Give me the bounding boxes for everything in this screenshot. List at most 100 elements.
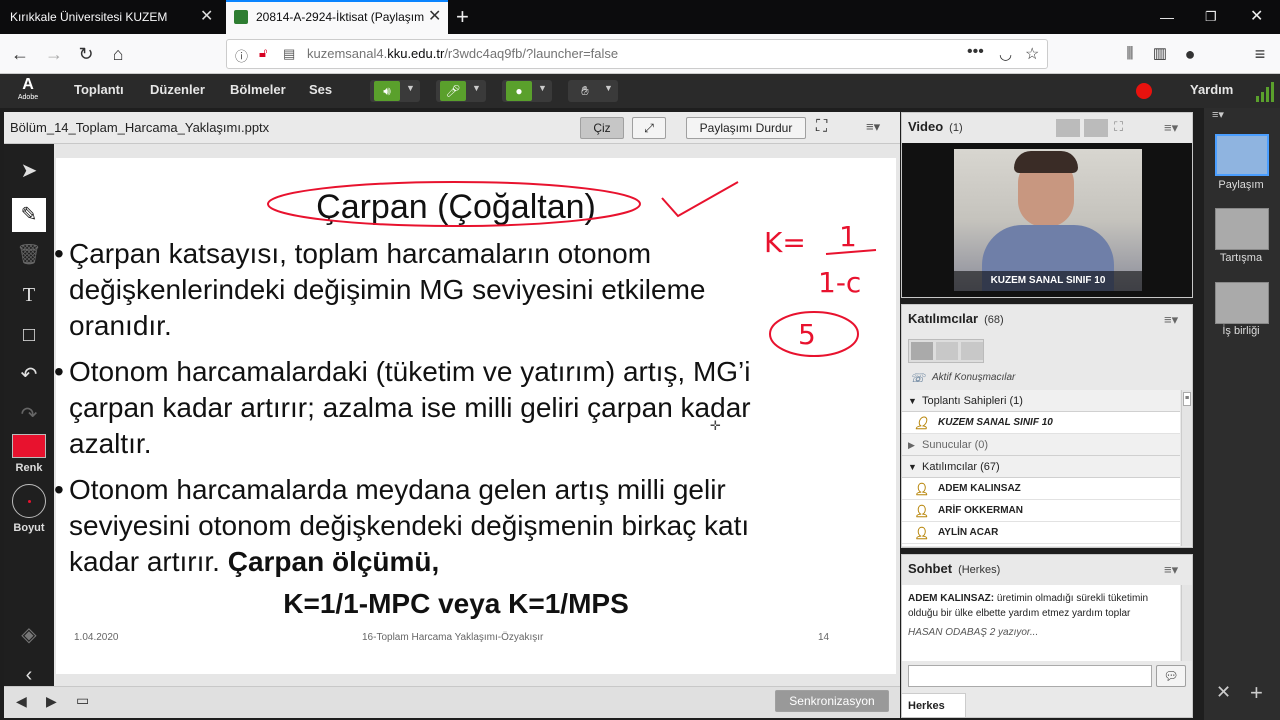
tab-label: Kırıkkale Üniversitesi KUZEM — [10, 10, 168, 24]
chat-recipient-tab[interactable]: Herkes — [902, 693, 966, 717]
brush-size-picker[interactable] — [12, 484, 46, 518]
url-text[interactable]: kuzemsanal4.kku.edu.tr/r3wdc4aq9fb/?laun… — [307, 40, 618, 68]
draw-button[interactable]: Çiz — [580, 117, 624, 139]
reload-icon[interactable]: ↻ — [72, 40, 100, 68]
attendee-row[interactable]: 👤︎ AYLİN ACAR — [902, 522, 1180, 544]
text-tool-icon[interactable]: T — [12, 278, 46, 312]
attendee-row[interactable]: 👤︎ ADEM KALINSAZ — [902, 478, 1180, 500]
add-layout-icon[interactable]: + — [1250, 680, 1263, 706]
fullscreen-icon[interactable]: ⛶ — [816, 118, 827, 136]
page-actions-icon[interactable]: ••• — [967, 43, 984, 61]
group-presenters-label: Sunucular (0) — [922, 439, 989, 451]
layout-discussion-label[interactable]: Tartışma — [1203, 252, 1279, 264]
close-tab-icon[interactable]: ✕ — [200, 0, 213, 34]
info-icon[interactable]: ⓘ — [235, 46, 248, 65]
home-icon[interactable]: ⌂ — [104, 40, 132, 68]
layers-icon[interactable]: ◈ — [12, 618, 46, 652]
pocket-icon[interactable]: ◡ — [999, 45, 1012, 63]
bookmark-star-icon[interactable]: ☆ — [1025, 44, 1039, 64]
account-icon[interactable]: ● — [1176, 40, 1204, 68]
minimize-icon[interactable]: — — [1160, 0, 1174, 34]
attendee-list-scrollbar[interactable]: ≡ — [1181, 390, 1192, 546]
browser-tab-active[interactable]: 20814-A-2924-İktisat (Paylaşım — [226, 0, 448, 34]
sidebar-icon[interactable]: ▥ — [1146, 40, 1174, 68]
chat-header: Sohbet (Herkes) — [902, 555, 1192, 583]
group-hosts-header[interactable]: ▼ Toplantı Sahipleri (1) — [902, 390, 1180, 412]
group-participants-header[interactable]: ▼ Katılımcılar (67) — [902, 456, 1180, 478]
forward-icon[interactable]: → — [40, 40, 68, 68]
menu-help[interactable]: Yardım — [1190, 74, 1233, 106]
pencil-tool-icon[interactable]: ✎ — [12, 198, 46, 232]
menu-audio[interactable]: Ses — [309, 74, 332, 106]
sync-button[interactable]: Senkronizasyon — [775, 690, 889, 712]
library-icon[interactable]: ⫼ — [1116, 40, 1144, 68]
slide-sidebar-icon[interactable]: ▭ — [76, 692, 89, 709]
chat-input[interactable] — [908, 665, 1152, 687]
insecure-lock-icon[interactable]: 🔓︎ — [259, 45, 267, 61]
back-icon[interactable]: ← — [6, 40, 34, 68]
breakout-view-icon[interactable] — [936, 342, 958, 360]
chat-scrollbar[interactable] — [1181, 585, 1192, 661]
ink-title-circle — [267, 181, 641, 227]
fullscreen-video-icon[interactable]: ⛶ — [1114, 119, 1123, 135]
browser-tab[interactable]: Kırıkkale Üniversitesi KUZEM — [0, 0, 224, 34]
attendee-row[interactable]: 👤︎ KUZEM SANAL SINIF 10 — [902, 412, 1180, 434]
scroll-up-icon[interactable]: ≡ — [1183, 392, 1191, 406]
color-swatch[interactable] — [12, 434, 46, 458]
attendee-name: AYLİN ACAR — [938, 527, 999, 538]
ink-check-mark — [661, 181, 739, 218]
video-area: KUZEM SANAL SINIF 10 — [902, 143, 1192, 297]
tab-label: 20814-A-2924-İktisat (Paylaşım — [256, 10, 425, 24]
next-slide-icon[interactable]: ▶ — [46, 693, 57, 710]
previous-slide-icon[interactable]: ◀ — [16, 693, 27, 710]
close-tab-icon[interactable]: ✕ — [428, 0, 441, 34]
stop-sharing-label: Paylaşımı Durdur — [699, 121, 793, 135]
layout-discussion-thumb[interactable] — [1215, 208, 1269, 250]
layout-sharing-thumb[interactable] — [1215, 134, 1269, 176]
shape-tool-icon[interactable]: □ — [12, 318, 46, 352]
camera-button[interactable]: ● ▼ — [502, 80, 552, 102]
list-view-icon[interactable] — [911, 342, 933, 360]
collapse-rail-icon[interactable]: ✕ — [1216, 682, 1231, 703]
person-hair — [1014, 151, 1078, 173]
stop-sharing-button[interactable]: Paylaşımı Durdur — [686, 117, 806, 139]
rail-menu-icon[interactable]: ≡▾ — [1212, 108, 1224, 121]
pod-options-icon[interactable]: ≡▾ — [1164, 312, 1178, 328]
connect-menu-bar: A Adobe Toplantı Düzenler Bölmeler Ses 🔊… — [0, 74, 1280, 108]
menu-icon[interactable]: ≡ — [1246, 40, 1274, 68]
attendee-name: ADEM KALINSAZ — [938, 483, 1021, 494]
close-window-icon[interactable]: ✕ — [1250, 0, 1263, 34]
layout-sharing-label[interactable]: Paylaşım — [1203, 179, 1279, 191]
menu-pods[interactable]: Bölmeler — [230, 74, 286, 106]
recording-indicator-icon[interactable] — [1136, 83, 1152, 99]
microphone-button[interactable]: 🎤︎ ▼ — [436, 80, 486, 102]
pointer-tool-icon[interactable]: ➤ — [12, 154, 46, 188]
send-message-button[interactable]: 💬︎ — [1156, 665, 1186, 687]
grid-view-icon[interactable] — [1056, 119, 1080, 137]
delete-tool-icon[interactable]: 🗑︎ — [12, 238, 46, 272]
layout-collaboration-label[interactable]: İş birliği — [1203, 325, 1279, 337]
pod-options-icon[interactable]: ≡▾ — [866, 119, 880, 135]
speech-bubble-icon: 💬︎ — [1163, 669, 1179, 683]
role-view-icon[interactable] — [961, 342, 983, 360]
permissions-icon[interactable]: ▤ — [283, 46, 295, 62]
speaker-button[interactable]: 🔊︎ ▼ — [370, 80, 420, 102]
expand-icon: ▼ — [908, 462, 917, 472]
menu-meeting[interactable]: Toplantı — [74, 74, 124, 106]
new-tab-icon[interactable]: + — [456, 0, 469, 34]
status-button[interactable]: ✋︎ ▼ — [568, 80, 618, 102]
url-bar[interactable]: ⓘ 🔓︎ ▤ kuzemsanal4.kku.edu.tr/r3wdc4aq9f… — [226, 39, 1048, 69]
chat-typing-indicator: HASAN ODABAŞ 2 yazıyor... — [908, 627, 1039, 638]
redo-icon[interactable]: ↷ — [12, 398, 46, 432]
layout-collaboration-thumb[interactable] — [1215, 282, 1269, 324]
chat-pod: Sohbet (Herkes) ≡▾ ADEM KALINSAZ: üretimi… — [901, 554, 1193, 718]
pod-options-icon[interactable]: ≡▾ — [1164, 120, 1178, 136]
pod-options-icon[interactable]: ≡▾ — [1164, 562, 1178, 578]
menu-layouts[interactable]: Düzenler — [150, 74, 205, 106]
attendee-row[interactable]: 👤︎ ARİF OKKERMAN — [902, 500, 1180, 522]
filmstrip-view-icon[interactable] — [1084, 119, 1108, 137]
undo-icon[interactable]: ↶ — [12, 358, 46, 392]
restore-icon[interactable]: ❐ — [1205, 0, 1217, 34]
fit-screen-button[interactable]: ⤢ — [632, 117, 666, 139]
group-presenters-header[interactable]: ▶ Sunucular (0) — [902, 434, 1180, 456]
